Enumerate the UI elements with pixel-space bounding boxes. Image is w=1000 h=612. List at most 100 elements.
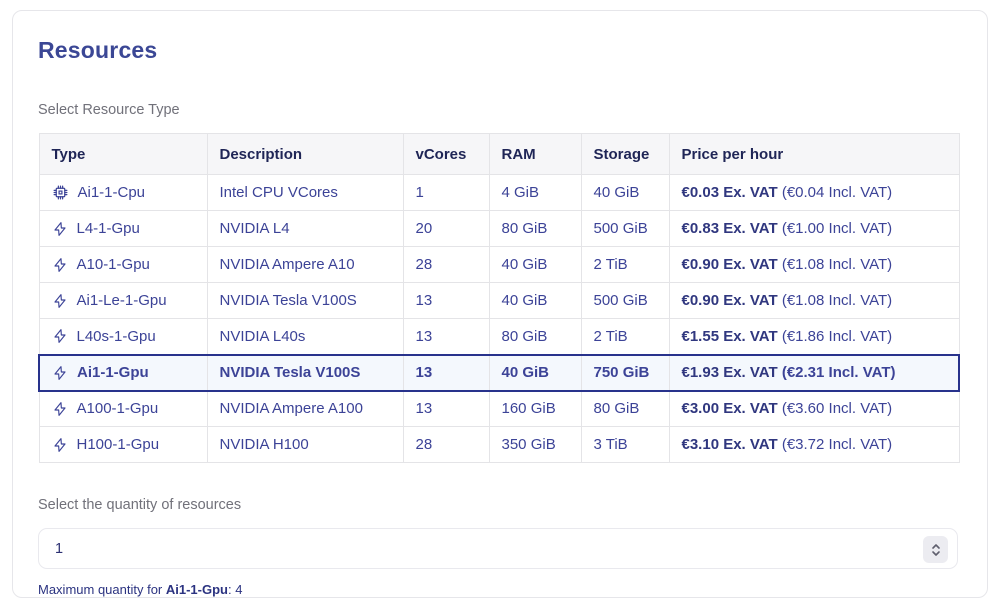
price-incl-vat: (€3.72 Incl. VAT) xyxy=(778,436,893,453)
max-quantity-prefix: Maximum quantity for xyxy=(38,582,166,597)
cpu-chip-icon xyxy=(52,184,69,201)
gpu-bolt-icon xyxy=(52,437,68,453)
table-row[interactable]: L4-1-GpuNVIDIA L42080 GiB500 GiB€0.83 Ex… xyxy=(39,211,959,247)
resource-table: Type Description vCores RAM Storage Pric… xyxy=(38,133,960,463)
resource-ram: 80 GiB xyxy=(489,211,581,247)
resource-price: €1.93 Ex. VAT (€2.31 Incl. VAT) xyxy=(669,355,959,391)
stepper-buttons[interactable] xyxy=(923,536,948,563)
column-header-vcores: vCores xyxy=(403,134,489,175)
resource-ram: 350 GiB xyxy=(489,427,581,463)
table-header-row: Type Description vCores RAM Storage Pric… xyxy=(39,134,959,175)
gpu-bolt-icon xyxy=(52,328,68,344)
table-row[interactable]: Ai1-1-Gpu NVIDIA Tesla V100S1340 GiB750 G… xyxy=(39,355,959,391)
max-quantity-note: Maximum quantity for Ai1-1-Gpu: 4 xyxy=(38,582,962,597)
resource-storage: 40 GiB xyxy=(581,175,669,211)
price-incl-vat: (€1.00 Incl. VAT) xyxy=(778,220,893,237)
max-quantity-resource: Ai1-1-Gpu xyxy=(166,582,228,597)
resources-card: Resources Select Resource Type Type Desc… xyxy=(12,10,988,598)
table-row[interactable]: L40s-1-GpuNVIDIA L40s1380 GiB2 TiB€1.55 … xyxy=(39,319,959,355)
resource-vcores: 13 xyxy=(403,355,489,391)
resource-description: NVIDIA H100 xyxy=(207,427,403,463)
quantity-input[interactable] xyxy=(39,541,879,557)
resource-storage: 80 GiB xyxy=(581,391,669,427)
resource-type-name: Ai1-1-Cpu xyxy=(78,184,146,201)
resource-description: NVIDIA Ampere A10 xyxy=(207,247,403,283)
resource-type-name: Ai1-1-Gpu xyxy=(77,364,149,381)
resource-ram: 160 GiB xyxy=(489,391,581,427)
resource-storage: 2 TiB xyxy=(581,319,669,355)
price-ex-vat: €0.03 Ex. VAT xyxy=(682,184,778,201)
resource-storage: 3 TiB xyxy=(581,427,669,463)
resource-vcores: 28 xyxy=(403,247,489,283)
price-incl-vat: (€2.31 Incl. VAT) xyxy=(778,364,896,381)
column-header-price: Price per hour xyxy=(669,134,959,175)
price-incl-vat: (€1.08 Incl. VAT) xyxy=(778,256,893,273)
resource-storage: 500 GiB xyxy=(581,211,669,247)
resource-description: NVIDIA Tesla V100S xyxy=(207,355,403,391)
resource-description: NVIDIA Tesla V100S xyxy=(207,283,403,319)
column-header-type: Type xyxy=(39,134,207,175)
price-incl-vat: (€0.04 Incl. VAT) xyxy=(778,184,893,201)
column-header-description: Description xyxy=(207,134,403,175)
page-title: Resources xyxy=(38,37,962,64)
resource-storage: 750 GiB xyxy=(581,355,669,391)
resource-vcores: 13 xyxy=(403,283,489,319)
resource-storage: 500 GiB xyxy=(581,283,669,319)
resource-type-name: L40s-1-Gpu xyxy=(77,328,156,345)
resource-price: €0.83 Ex. VAT (€1.00 Incl. VAT) xyxy=(669,211,959,247)
resource-price: €3.10 Ex. VAT (€3.72 Incl. VAT) xyxy=(669,427,959,463)
price-ex-vat: €1.93 Ex. VAT xyxy=(682,364,778,381)
table-row[interactable]: A10-1-GpuNVIDIA Ampere A102840 GiB2 TiB€… xyxy=(39,247,959,283)
resource-ram: 40 GiB xyxy=(489,247,581,283)
resource-price: €0.90 Ex. VAT (€1.08 Incl. VAT) xyxy=(669,283,959,319)
gpu-bolt-icon xyxy=(52,401,68,417)
gpu-bolt-icon xyxy=(52,257,68,273)
resource-ram: 40 GiB xyxy=(489,283,581,319)
column-header-ram: RAM xyxy=(489,134,581,175)
resource-type-name: H100-1-Gpu xyxy=(77,436,160,453)
chevron-up-down-icon xyxy=(930,542,942,558)
resource-ram: 4 GiB xyxy=(489,175,581,211)
resource-type-name: A100-1-Gpu xyxy=(77,400,159,417)
resource-description: NVIDIA L40s xyxy=(207,319,403,355)
table-row[interactable]: H100-1-GpuNVIDIA H10028350 GiB3 TiB€3.10… xyxy=(39,427,959,463)
column-header-storage: Storage xyxy=(581,134,669,175)
resource-ram: 40 GiB xyxy=(489,355,581,391)
max-quantity-suffix: : 4 xyxy=(228,582,242,597)
price-ex-vat: €1.55 Ex. VAT xyxy=(682,328,778,345)
table-row[interactable]: A100-1-Gpu NVIDIA Ampere A10013160 GiB80 … xyxy=(39,391,959,427)
gpu-bolt-icon xyxy=(52,221,68,237)
price-incl-vat: (€3.60 Incl. VAT) xyxy=(778,400,893,417)
price-ex-vat: €0.90 Ex. VAT xyxy=(682,292,778,309)
table-row[interactable]: Ai1-1-CpuIntel CPU VCores14 GiB40 GiB€0.… xyxy=(39,175,959,211)
quantity-stepper[interactable] xyxy=(38,528,958,569)
resource-price: €0.90 Ex. VAT (€1.08 Incl. VAT) xyxy=(669,247,959,283)
price-ex-vat: €3.00 Ex. VAT xyxy=(682,400,778,417)
resource-price: €1.55 Ex. VAT (€1.86 Incl. VAT) xyxy=(669,319,959,355)
resource-description: NVIDIA L4 xyxy=(207,211,403,247)
price-ex-vat: €3.10 Ex. VAT xyxy=(682,436,778,453)
resource-price: €3.00 Ex. VAT (€3.60 Incl. VAT) xyxy=(669,391,959,427)
quantity-label: Select the quantity of resources xyxy=(38,497,962,513)
resource-vcores: 13 xyxy=(403,319,489,355)
resource-description: Intel CPU VCores xyxy=(207,175,403,211)
resource-type-name: L4-1-Gpu xyxy=(77,220,140,237)
price-incl-vat: (€1.08 Incl. VAT) xyxy=(778,292,893,309)
price-ex-vat: €0.83 Ex. VAT xyxy=(682,220,778,237)
gpu-bolt-icon xyxy=(52,365,68,381)
price-ex-vat: €0.90 Ex. VAT xyxy=(682,256,778,273)
resource-vcores: 20 xyxy=(403,211,489,247)
resource-type-name: A10-1-Gpu xyxy=(77,256,150,273)
table-row[interactable]: Ai1-Le-1-Gpu NVIDIA Tesla V100S1340 GiB50… xyxy=(39,283,959,319)
gpu-bolt-icon xyxy=(52,293,68,309)
price-incl-vat: (€1.86 Incl. VAT) xyxy=(778,328,893,345)
resource-vcores: 28 xyxy=(403,427,489,463)
resource-storage: 2 TiB xyxy=(581,247,669,283)
resource-vcores: 1 xyxy=(403,175,489,211)
resource-type-label: Select Resource Type xyxy=(38,102,962,118)
resource-ram: 80 GiB xyxy=(489,319,581,355)
resource-price: €0.03 Ex. VAT (€0.04 Incl. VAT) xyxy=(669,175,959,211)
resource-type-name: Ai1-Le-1-Gpu xyxy=(77,292,167,309)
resource-vcores: 13 xyxy=(403,391,489,427)
resource-description: NVIDIA Ampere A100 xyxy=(207,391,403,427)
